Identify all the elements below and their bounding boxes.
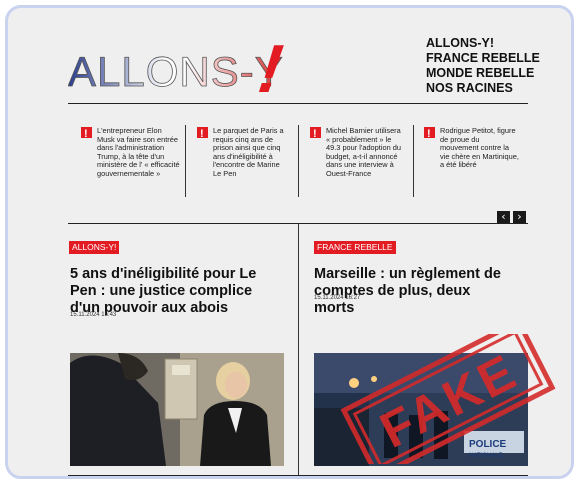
ticker-text: Le parquet de Paris a requis cinq ans de… (213, 126, 284, 178)
svg-text:!: ! (313, 128, 317, 138)
ticker-text: L'entrepreneur Elon Musk va faire son en… (97, 126, 180, 178)
svg-text:!: ! (84, 128, 88, 138)
category-tag[interactable]: ALLONS-Y! (69, 241, 120, 254)
ticker-separator (413, 125, 414, 197)
logo-flag-icon: ! (81, 127, 92, 138)
footer-divider (68, 475, 528, 476)
photo-le-pen (70, 353, 284, 466)
logo-flag-icon: ! (197, 127, 208, 138)
ticker-text: Michel Barnier utilisera « probablement … (326, 126, 401, 178)
article-headline[interactable]: 5 ans d'inéligibilité pour Le Pen : une … (70, 266, 280, 317)
nav-allons-y[interactable]: ALLONS-Y! (426, 36, 556, 51)
nav-nos-racines[interactable]: NOS RACINES (426, 81, 556, 96)
svg-text:!: ! (427, 128, 431, 138)
site-logo[interactable]: ALLONS-Y ! (68, 32, 308, 102)
logo-wordmark: ALLONS-Y (68, 48, 284, 95)
header-divider (68, 103, 528, 104)
article-date: 15.11.2024 15:43 (70, 312, 117, 318)
nav-monde-rebelle[interactable]: MONDE REBELLE (426, 66, 556, 81)
category-tag[interactable]: FRANCE REBELLE (314, 241, 396, 254)
column-separator (298, 224, 299, 476)
article-date: 15.11.2024 16:27 (314, 295, 361, 301)
article-photo[interactable] (70, 353, 284, 466)
article-headline[interactable]: Marseille : un règlement de comptes de p… (314, 266, 504, 317)
nav-france-rebelle[interactable]: FRANCE REBELLE (426, 51, 556, 66)
main-nav: ALLONS-Y! FRANCE REBELLE MONDE REBELLE N… (426, 36, 556, 96)
svg-text:!: ! (200, 128, 204, 138)
logo-flag-icon: ! (310, 127, 321, 138)
ticker-separator (185, 125, 186, 197)
ticker-text: Rodrigue Petitot, figure de proue du mou… (440, 126, 519, 170)
fake-stamp: FAKE (340, 334, 556, 464)
logo-flag-icon: ! (424, 127, 435, 138)
page-frame: ALLONS-Y ! ALLONS-Y! FRANCE REBELLE MOND… (5, 5, 574, 479)
ticker-separator (298, 125, 299, 197)
